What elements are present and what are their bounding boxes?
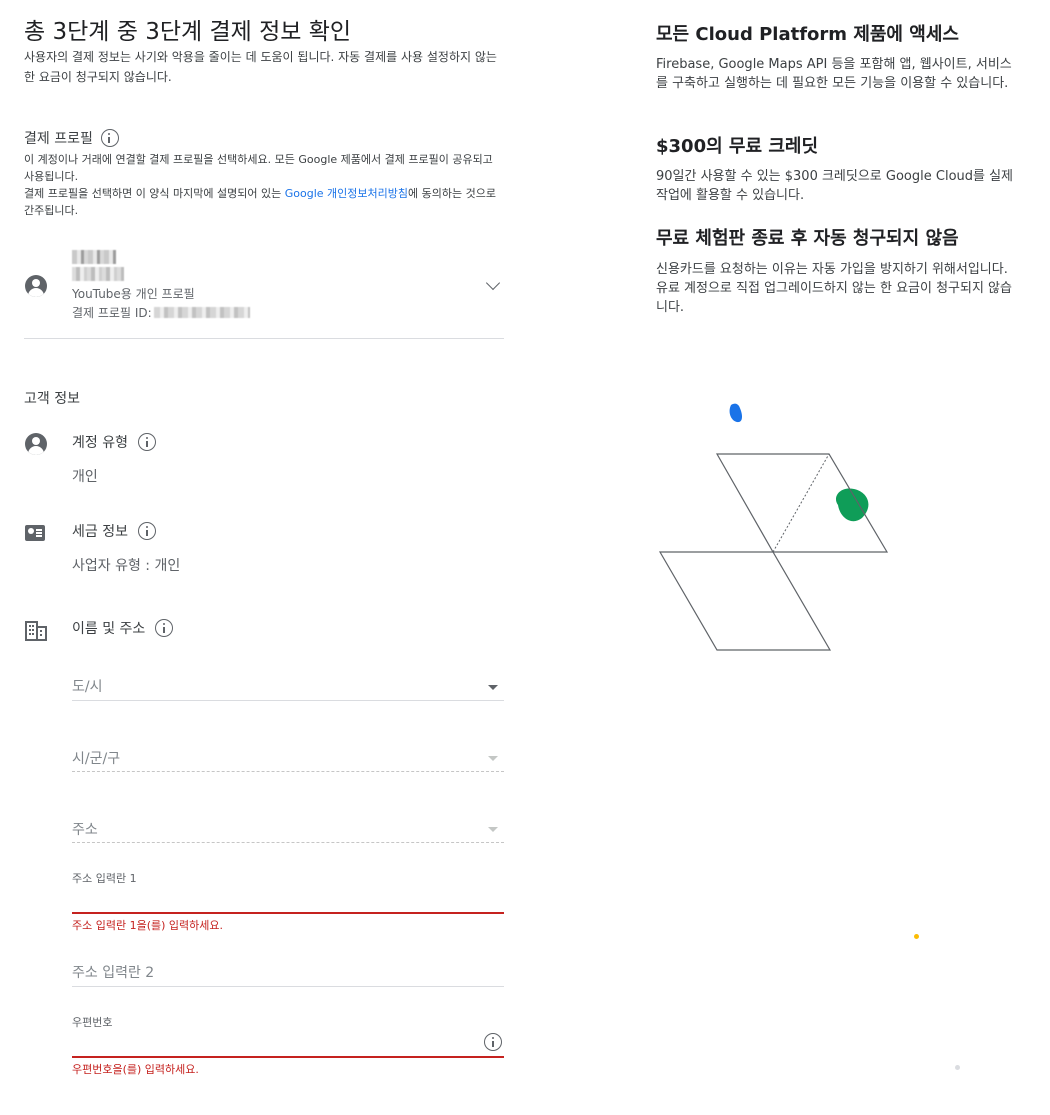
benefit-heading-no-auto-charge: 무료 체험판 종료 후 자동 청구되지 않음	[656, 228, 959, 249]
tax-info-section: 세금 정보 사업자 유형 : 개인	[24, 521, 504, 581]
tax-info-heading: 세금 정보	[72, 521, 156, 541]
city-placeholder: 시/군/구	[72, 751, 121, 767]
address-line1-label: 주소 입력란 1	[72, 872, 137, 885]
address-line2-input[interactable]: 주소 입력란 2	[72, 958, 504, 988]
field-underline-error	[72, 1056, 504, 1058]
billing-profile-description: 이 계정이나 거래에 연결할 결제 프로필을 선택하세요. 모든 Google …	[24, 151, 504, 219]
postal-code-error: 우편번호을(를) 입력하세요.	[72, 1063, 199, 1076]
page-description: 사용자의 결제 정보는 사기와 악용을 줄이는 데 도움이 됩니다. 자동 결제…	[24, 50, 497, 84]
redacted-email	[72, 267, 124, 281]
profile-id: 결제 프로필 ID:	[72, 304, 250, 321]
info-icon[interactable]	[155, 619, 174, 637]
address-line1-error: 주소 입력란 1을(를) 입력하세요.	[72, 919, 224, 932]
benefit-heading-credit: $300의 무료 크레딧	[656, 132, 818, 158]
account-type-section: 계정 유형 개인	[24, 432, 504, 492]
redacted-profile-id	[153, 307, 250, 318]
heading-prefix: 모든	[656, 24, 696, 45]
heading-bold: Cloud Platform	[695, 24, 848, 45]
name-address-section: 이름 및 주소	[24, 618, 504, 648]
privacy-policy-link[interactable]: Google 개인정보처리방침	[285, 187, 408, 200]
address-line2-placeholder: 주소 입력란 2	[72, 965, 155, 981]
account-type-value: 개인	[72, 469, 98, 485]
field-underline-error	[72, 912, 504, 914]
name-address-label: 이름 및 주소	[72, 621, 146, 637]
dropdown-arrow-icon	[488, 756, 498, 761]
tax-info-value: 사업자 유형 : 개인	[72, 558, 181, 574]
lower-parallelogram	[658, 551, 832, 651]
account-type-heading: 계정 유형	[72, 432, 156, 452]
heading-bold: $300	[656, 136, 707, 157]
field-underline	[72, 986, 504, 987]
profile-id-label: 결제 프로필 ID:	[72, 306, 152, 320]
postal-code-input[interactable]: 우편번호	[72, 1012, 504, 1060]
billing-profile-selector[interactable]: YouTube용 개인 프로필 결제 프로필 ID:	[24, 240, 504, 339]
yellow-dot-shape	[914, 934, 919, 939]
customer-info-heading: 고객 정보	[24, 391, 80, 407]
province-dropdown[interactable]: 도/시	[72, 672, 504, 702]
profile-type: YouTube용 개인 프로필	[72, 287, 195, 301]
field-underline	[72, 842, 504, 843]
field-underline	[72, 700, 504, 701]
address-line1-input[interactable]: 주소 입력란 1	[72, 868, 504, 916]
city-dropdown[interactable]: 시/군/구	[72, 744, 504, 774]
benefit-text-cloud-platform: Firebase, Google Maps API 등을 포함해 앱, 웹사이트…	[656, 57, 1012, 91]
info-icon[interactable]	[484, 1033, 502, 1051]
account-type-label: 계정 유형	[72, 435, 128, 451]
page-title: 총 3단계 중 3단계 결제 정보 확인	[24, 19, 352, 45]
name-address-heading: 이름 및 주소	[72, 618, 174, 638]
field-underline	[72, 771, 504, 772]
province-placeholder: 도/시	[72, 679, 103, 695]
billing-profile-desc-line1: 이 계정이나 거래에 연결할 결제 프로필을 선택하세요. 모든 Google …	[24, 153, 493, 183]
decorative-illustration	[658, 403, 889, 651]
account-circle-icon	[25, 275, 47, 297]
billing-profile-label: 결제 프로필	[24, 131, 93, 147]
chevron-down-icon[interactable]	[485, 275, 501, 291]
benefit-text-credit: 90일간 사용할 수 있는 $300 크레딧으로 Google Cloud를 실…	[656, 169, 1014, 203]
tax-card-icon	[25, 522, 47, 544]
info-icon[interactable]	[137, 522, 156, 540]
building-icon	[25, 621, 47, 641]
address-dropdown[interactable]: 주소	[72, 815, 504, 845]
address-placeholder: 주소	[72, 822, 98, 838]
redacted-name	[72, 250, 116, 264]
info-icon[interactable]	[137, 433, 156, 451]
billing-profile-heading: 결제 프로필	[24, 128, 119, 148]
benefit-heading-cloud-platform: 모든 Cloud Platform 제품에 액세스	[656, 20, 959, 46]
heading-suffix: 제품에 액세스	[847, 24, 959, 45]
dotted-diagonal	[772, 453, 830, 553]
benefit-text-no-auto-charge: 신용카드를 요청하는 이유는 자동 가입을 방지하기 위해서입니다. 유료 계정…	[656, 262, 1012, 315]
desc-text-before: 결제 프로필을 선택하면 이 양식 마지막에 설명되어 있는	[24, 187, 285, 200]
heading-suffix: 의 무료 크레딧	[706, 136, 819, 157]
account-circle-icon	[25, 433, 47, 455]
postal-code-label: 우편번호	[72, 1016, 113, 1029]
billing-profile-desc-line2: 결제 프로필을 선택하면 이 양식 마지막에 설명되어 있는 Google 개인…	[24, 185, 504, 219]
blue-blob-shape	[729, 403, 742, 423]
grey-dot-shape	[955, 1065, 960, 1070]
info-icon[interactable]	[100, 129, 119, 147]
dropdown-arrow-icon	[488, 827, 498, 832]
tax-info-label: 세금 정보	[72, 524, 128, 540]
dropdown-arrow-icon	[488, 685, 498, 690]
